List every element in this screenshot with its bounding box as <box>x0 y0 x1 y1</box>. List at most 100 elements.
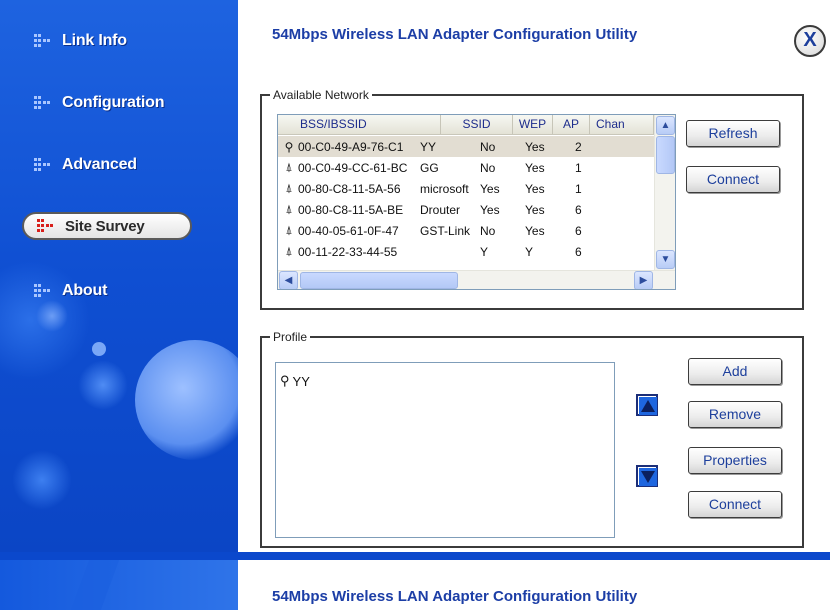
bottom-main-panel: 54Mbps Wireless LAN Adapter Configuratio… <box>238 560 830 610</box>
antenna-icon: ⍋ <box>285 160 293 174</box>
table-row[interactable]: ⍋ 00-40-05-61-0F-47 GST-Link No Yes 6 <box>278 220 654 241</box>
nav-dots-icon <box>37 218 53 234</box>
cell-ssid: GST-Link <box>420 223 471 238</box>
column-header-wep[interactable]: WEP <box>513 115 553 134</box>
profile-name: YY <box>292 373 310 389</box>
nav-item-label: Configuration <box>62 94 165 111</box>
sidebar: Link Info Configuration Advanced Site Su… <box>0 0 238 610</box>
cell-wep: No <box>480 223 496 238</box>
column-header-bssid[interactable]: BSS/IBSSID <box>278 115 441 134</box>
nav-item-about[interactable]: About <box>34 278 107 304</box>
sidebar-decoration <box>92 342 106 356</box>
cell-chan: 1 <box>575 181 582 196</box>
properties-button[interactable]: Properties <box>688 447 782 474</box>
cell-wep: Yes <box>480 202 500 217</box>
cell-ap: Yes <box>525 160 545 175</box>
cell-bssid: 00-C0-49-CC-61-BC <box>298 160 408 175</box>
antenna-icon: ⍋ <box>285 223 293 237</box>
table-row[interactable]: ⍋ 00-C0-49-CC-61-BC GG No Yes 1 <box>278 157 654 178</box>
bottom-sidebar <box>0 560 238 610</box>
nav-item-advanced[interactable]: Advanced <box>34 152 137 178</box>
cell-ap: Yes <box>525 202 545 217</box>
cell-ap: Y <box>525 244 534 259</box>
nav-item-label: Site Survey <box>65 217 145 235</box>
cell-chan: 6 <box>575 223 582 238</box>
profile-legend: Profile <box>270 329 311 345</box>
antenna-icon: ⍋ <box>285 202 293 216</box>
network-list[interactable]: BSS/IBSSID SSID WEP AP Chan ⚲ 00-C0-49-A… <box>277 114 676 290</box>
cell-ssid: GG <box>420 160 439 175</box>
table-row[interactable]: ⚲ 00-C0-49-A9-76-C1 YY No Yes 2 <box>278 136 654 157</box>
close-button[interactable]: X <box>794 25 826 57</box>
nav-item-label: Advanced <box>62 156 137 173</box>
move-down-button[interactable] <box>636 465 658 487</box>
cell-wep: No <box>480 160 496 175</box>
scroll-thumb[interactable] <box>656 136 675 174</box>
column-header-ssid[interactable]: SSID <box>441 115 513 134</box>
sidebar-decoration <box>135 340 238 460</box>
nav-item-site-survey[interactable]: Site Survey <box>22 212 192 240</box>
connect-profile-button[interactable]: Connect <box>688 491 782 518</box>
cell-bssid: 00-80-C8-11-5A-BE <box>298 202 404 217</box>
footer-title: 54Mbps Wireless LAN Adapter Configuratio… <box>272 588 638 605</box>
cell-chan: 1 <box>575 160 582 175</box>
nav-item-link-info[interactable]: Link Info <box>34 28 127 54</box>
cell-bssid: 00-80-C8-11-5A-56 <box>298 181 401 196</box>
connect-network-button[interactable]: Connect <box>686 166 780 193</box>
cell-bssid: 00-C0-49-A9-76-C1 <box>298 139 404 154</box>
scroll-right-icon[interactable]: ▶ <box>634 271 653 289</box>
cell-chan: 2 <box>575 139 582 154</box>
cell-ap: Yes <box>525 139 545 154</box>
network-rows: ⚲ 00-C0-49-A9-76-C1 YY No Yes 2 ⍋ 00-C0-… <box>278 136 654 262</box>
cell-bssid: 00-11-22-33-44-55 <box>298 244 398 259</box>
sidebar-decoration <box>36 300 68 332</box>
nav-dots-icon <box>34 157 50 173</box>
list-item[interactable]: ⚲ YY <box>280 373 310 389</box>
arrow-down-icon <box>639 468 657 486</box>
cell-wep: No <box>480 139 496 154</box>
ap-icon: ⚲ <box>284 139 294 154</box>
arrow-up-icon <box>639 397 657 415</box>
main-panel: 54Mbps Wireless LAN Adapter Configuratio… <box>238 0 830 552</box>
cell-ap: Yes <box>525 223 545 238</box>
ap-icon: ⚲ <box>280 373 290 388</box>
cell-bssid: 00-40-05-61-0F-47 <box>298 223 399 238</box>
cell-ssid: Drouter <box>420 202 461 217</box>
move-up-button[interactable] <box>636 394 658 416</box>
table-row[interactable]: ⍋ 00-80-C8-11-5A-56 microsoft Yes Yes 1 <box>278 178 654 199</box>
add-profile-button[interactable]: Add <box>688 358 782 385</box>
app-title: 54Mbps Wireless LAN Adapter Configuratio… <box>272 26 638 43</box>
available-network-legend: Available Network <box>270 87 372 103</box>
antenna-icon: ⍋ <box>285 244 293 258</box>
cell-wep: Yes <box>480 181 500 196</box>
bottom-strip: 54Mbps Wireless LAN Adapter Configuratio… <box>0 560 830 610</box>
column-header-chan[interactable]: Chan <box>590 115 654 134</box>
vertical-scrollbar[interactable]: ▲ ▼ <box>654 115 675 271</box>
column-header-ap[interactable]: AP <box>553 115 590 134</box>
nav-dots-icon <box>34 283 50 299</box>
scroll-down-icon[interactable]: ▼ <box>656 250 675 269</box>
sidebar-decoration <box>78 360 128 410</box>
cell-ssid: YY <box>420 139 437 154</box>
sidebar-decoration <box>12 450 72 510</box>
cell-wep: Y <box>480 244 489 259</box>
antenna-icon: ⍋ <box>285 181 293 195</box>
nav-item-label: About <box>62 282 108 299</box>
table-row[interactable]: ⍋ 00-11-22-33-44-55 Y Y 6 <box>278 241 654 262</box>
cell-ap: Yes <box>525 181 545 196</box>
scroll-thumb[interactable] <box>300 272 458 289</box>
scroll-left-icon[interactable]: ◀ <box>279 271 298 289</box>
nav-dots-icon <box>34 33 50 49</box>
nav-item-configuration[interactable]: Configuration <box>34 90 164 116</box>
cell-chan: 6 <box>575 202 582 217</box>
nav-item-label: Link Info <box>62 32 127 49</box>
network-list-header: BSS/IBSSID SSID WEP AP Chan <box>278 115 654 135</box>
table-row[interactable]: ⍋ 00-80-C8-11-5A-BE Drouter Yes Yes 6 <box>278 199 654 220</box>
separator <box>0 552 830 560</box>
scroll-up-icon[interactable]: ▲ <box>656 116 675 135</box>
remove-profile-button[interactable]: Remove <box>688 401 782 428</box>
horizontal-scrollbar[interactable]: ◀ ▶ <box>278 270 675 289</box>
refresh-button[interactable]: Refresh <box>686 120 780 147</box>
cell-chan: 6 <box>575 244 582 259</box>
profile-list[interactable]: ⚲ YY <box>275 362 615 538</box>
